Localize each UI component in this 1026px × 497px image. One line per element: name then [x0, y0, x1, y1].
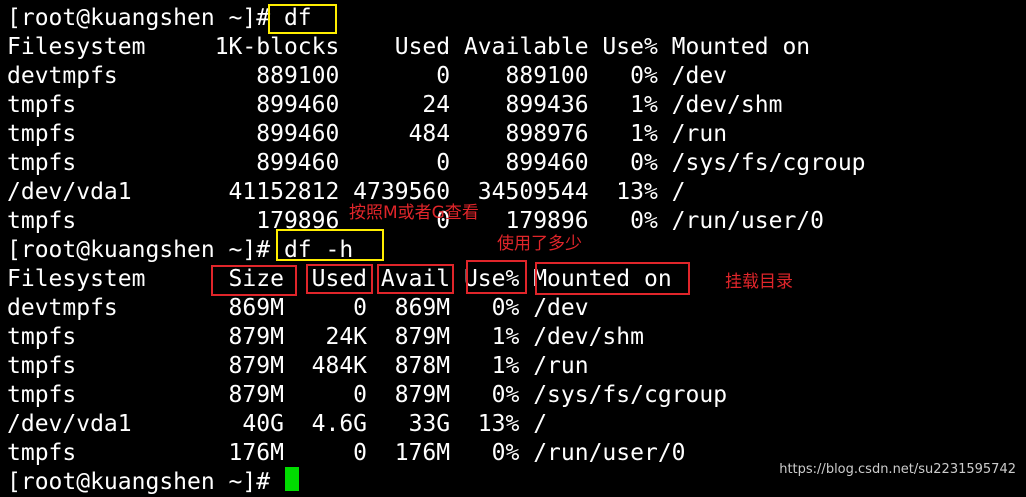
df-h-row: tmpfs 879M 484K 878M 1% /run — [7, 353, 589, 379]
df-h-header-line: Filesystem Size Used Avail Use% Mounted … — [7, 266, 672, 292]
annotation-used: 使用了多少 — [497, 234, 582, 254]
df-row: tmpfs 899460 484 898976 1% /run — [7, 121, 728, 147]
prompt-line: [root@kuangshen ~]# — [7, 469, 284, 495]
df-row: /dev/vda1 41152812 4739560 34509544 13% … — [7, 179, 686, 205]
df-h-row: /dev/vda1 40G 4.6G 33G 13% / — [7, 411, 548, 437]
df-row: devtmpfs 889100 0 889100 0% /dev — [7, 63, 728, 89]
watermark-text: https://blog.csdn.net/su2231595742 — [779, 462, 1016, 477]
df-h-row: tmpfs 879M 24K 879M 1% /dev/shm — [7, 324, 644, 350]
annotation-m-or-g: 按照M或者G查看 — [349, 203, 479, 223]
df-h-row: tmpfs 176M 0 176M 0% /run/user/0 — [7, 440, 686, 466]
df-h-row: devtmpfs 869M 0 869M 0% /dev — [7, 295, 589, 321]
df-row: tmpfs 899460 24 899436 1% /dev/shm — [7, 92, 783, 118]
df-row: tmpfs 899460 0 899460 0% /sys/fs/cgroup — [7, 150, 866, 176]
df-header-line: Filesystem 1K-blocks Used Available Use%… — [7, 34, 811, 60]
prompt-line: [root@kuangshen ~]# df — [7, 5, 312, 31]
df-h-row: tmpfs 879M 0 879M 0% /sys/fs/cgroup — [7, 382, 728, 408]
annotation-mount-dir: 挂载目录 — [725, 272, 793, 292]
prompt-line: [root@kuangshen ~]# df -h — [7, 237, 354, 263]
terminal-cursor — [285, 467, 299, 491]
